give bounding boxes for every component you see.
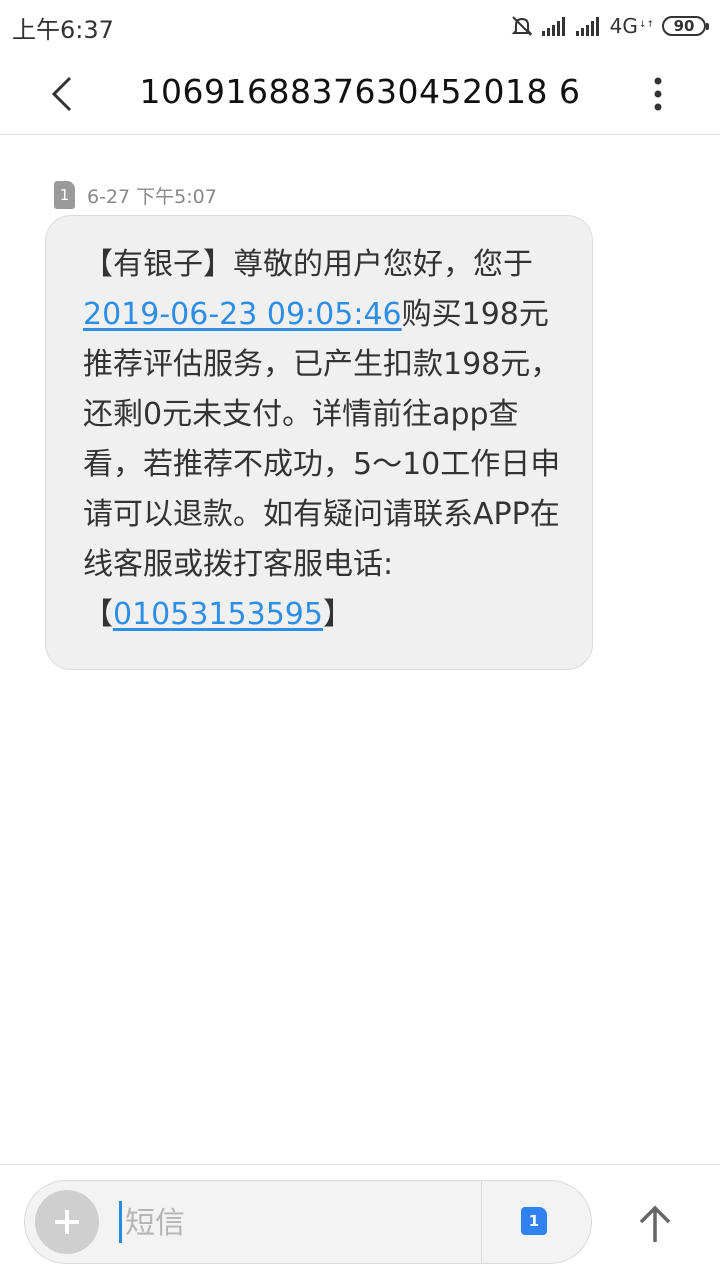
signal-icon-2 <box>575 16 602 36</box>
mute-notifications-icon <box>510 14 534 38</box>
message-meta: 1 6-27 下午5:07 <box>54 180 217 210</box>
more-options-button[interactable] <box>636 72 680 116</box>
compose-bar: 1 <box>0 1164 720 1281</box>
message-input[interactable] <box>123 1195 467 1251</box>
phone-link[interactable]: 01053153595 <box>113 597 323 632</box>
sim-card-icon: 1 <box>54 181 75 209</box>
arrow-up-icon <box>639 1205 671 1242</box>
message-bubble[interactable]: 【有银子】尊敬的用户您好，您于 2019-06-23 09:05:46购买198元… <box>45 215 593 670</box>
plus-icon <box>55 1210 79 1234</box>
add-attachment-button[interactable] <box>35 1190 99 1254</box>
conversation-header: 1069168837630452018 6 <box>0 52 720 135</box>
message-text: 【有银子】尊敬的用户您好，您于 <box>83 247 533 282</box>
send-button[interactable] <box>624 1193 686 1255</box>
compose-box: 1 <box>24 1180 592 1264</box>
network-activity: ↓↑ <box>638 20 654 30</box>
message-timestamp: 6-27 下午5:07 <box>87 185 217 208</box>
signal-icon <box>541 16 568 36</box>
vertical-dots-icon <box>654 77 662 111</box>
divider <box>481 1181 482 1263</box>
message-text-continued: 购买198元推荐评估服务，已产生扣款198元，还剩0元未支付。详情前往app查看… <box>83 297 561 632</box>
status-time: 上午6:37 <box>12 16 114 44</box>
sim-select-button[interactable]: 1 <box>521 1207 547 1235</box>
battery-icon: 90 <box>662 16 709 36</box>
network-type-label: 4G <box>609 14 638 38</box>
network-type: 4G ↓↑ <box>610 14 654 38</box>
status-icons: 4G ↓↑ 90 <box>510 12 709 40</box>
battery-level: 90 <box>673 17 695 35</box>
text-cursor <box>119 1201 122 1243</box>
conversation-title: 1069168837630452018 6 <box>139 72 581 111</box>
date-link[interactable]: 2019-06-23 09:05:46 <box>83 297 402 332</box>
status-bar: 上午6:37 4G ↓↑ 90 <box>0 0 720 52</box>
message-text-end: 】 <box>322 597 353 632</box>
